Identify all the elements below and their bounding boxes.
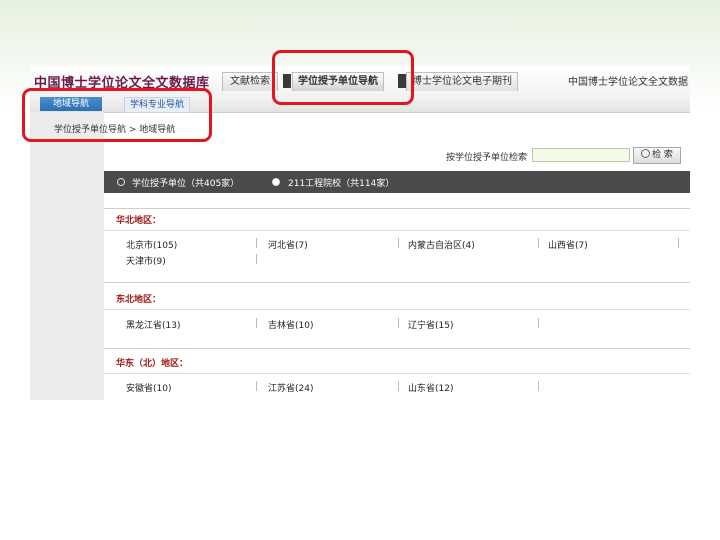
province-link[interactable]: 天津市(9)	[126, 254, 166, 267]
cell-separator	[256, 381, 257, 391]
region-heading-east-china-north: 华东（北）地区：	[116, 359, 189, 369]
cell-separator	[256, 254, 257, 264]
search-label: 按学位授予单位检索	[446, 153, 528, 163]
cell-separator	[398, 318, 399, 328]
region-divider	[104, 230, 690, 231]
cell-separator	[256, 318, 257, 328]
radio-all-institutions[interactable]	[117, 178, 125, 186]
region-divider	[104, 208, 690, 209]
province-link[interactable]: 江苏省(24)	[268, 381, 313, 394]
cell-separator	[398, 238, 399, 248]
province-link[interactable]: 内蒙古自治区(4)	[408, 238, 475, 251]
search-button-label: 检 索	[652, 150, 673, 160]
filter-bar: 学位授予单位（共405家） 211工程院校（共114家）	[104, 171, 690, 193]
cell-separator	[398, 381, 399, 391]
tab-doctoral-ejournal[interactable]: 博士学位论文电子期刊	[406, 72, 518, 91]
region-divider	[104, 309, 690, 310]
search-button[interactable]: 检 索	[633, 147, 681, 164]
province-link[interactable]: 山东省(12)	[408, 381, 453, 394]
left-sidebar-panel	[30, 112, 104, 400]
region-divider	[104, 373, 690, 374]
province-link[interactable]: 河北省(7)	[268, 238, 308, 251]
region-divider	[104, 282, 690, 283]
cell-separator	[538, 381, 539, 391]
province-link[interactable]: 北京市(105)	[126, 238, 177, 251]
province-link[interactable]: 黑龙江省(13)	[126, 318, 180, 331]
annotation-highlight-region-navigation	[22, 88, 212, 142]
filter-label-211-universities: 211工程院校（共114家）	[288, 179, 395, 189]
search-icon	[641, 149, 651, 158]
cell-separator	[678, 238, 679, 248]
province-link[interactable]: 辽宁省(15)	[408, 318, 453, 331]
filter-label-all-institutions: 学位授予单位（共405家）	[132, 179, 240, 189]
site-title-right: 中国博士学位论文全文数据	[568, 77, 688, 88]
province-link[interactable]: 吉林省(10)	[268, 318, 313, 331]
province-link[interactable]: 安徽省(10)	[126, 381, 171, 394]
search-input[interactable]	[532, 148, 630, 162]
cell-separator	[256, 238, 257, 248]
region-heading-northeast: 东北地区：	[116, 295, 162, 305]
radio-211-universities[interactable]	[272, 178, 280, 186]
province-link[interactable]: 山西省(7)	[548, 238, 588, 251]
cell-separator	[538, 238, 539, 248]
annotation-highlight-institution-tab	[272, 50, 414, 105]
region-heading-north-china: 华北地区：	[116, 216, 162, 226]
cell-separator	[538, 318, 539, 328]
tab-literature-search[interactable]: 文献检索	[222, 72, 278, 91]
region-divider	[104, 348, 690, 349]
